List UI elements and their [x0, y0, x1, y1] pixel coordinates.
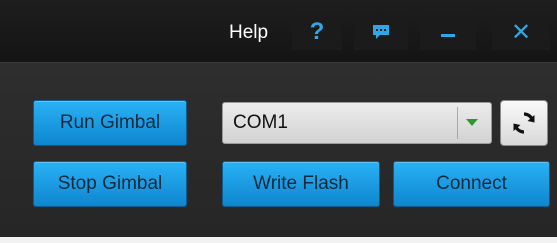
- connect-label: Connect: [436, 173, 507, 194]
- refresh-ports-button[interactable]: [500, 100, 548, 146]
- app-window: Help ? ✕ Run Gimbal COM1 Stop Gimbal Wri…: [0, 0, 557, 243]
- stop-gimbal-button[interactable]: Stop Gimbal: [33, 161, 187, 207]
- feedback-button[interactable]: [354, 14, 408, 50]
- write-flash-label: Write Flash: [253, 173, 349, 194]
- title-bar: Help ? ✕: [0, 0, 557, 62]
- connect-button[interactable]: Connect: [393, 161, 550, 207]
- write-flash-button[interactable]: Write Flash: [222, 161, 380, 207]
- help-menu-label[interactable]: Help: [229, 22, 268, 44]
- com-port-select[interactable]: COM1: [222, 102, 492, 144]
- chat-bubble-icon: [373, 25, 389, 39]
- chevron-down-icon[interactable]: [466, 119, 478, 126]
- close-button[interactable]: ✕: [492, 14, 550, 50]
- question-icon: ?: [309, 18, 325, 45]
- com-port-value: COM1: [233, 112, 288, 133]
- refresh-icon: [513, 112, 535, 134]
- stop-gimbal-label: Stop Gimbal: [57, 173, 163, 194]
- run-gimbal-label: Run Gimbal: [59, 112, 161, 133]
- help-button[interactable]: ?: [292, 14, 342, 50]
- close-icon: ✕: [510, 18, 532, 46]
- control-panel: [0, 63, 557, 237]
- run-gimbal-button[interactable]: Run Gimbal: [33, 100, 187, 146]
- minimize-icon: [441, 33, 455, 37]
- window-bottom-edge: [0, 237, 557, 243]
- minimize-button[interactable]: [420, 14, 476, 50]
- combo-divider: [457, 107, 458, 139]
